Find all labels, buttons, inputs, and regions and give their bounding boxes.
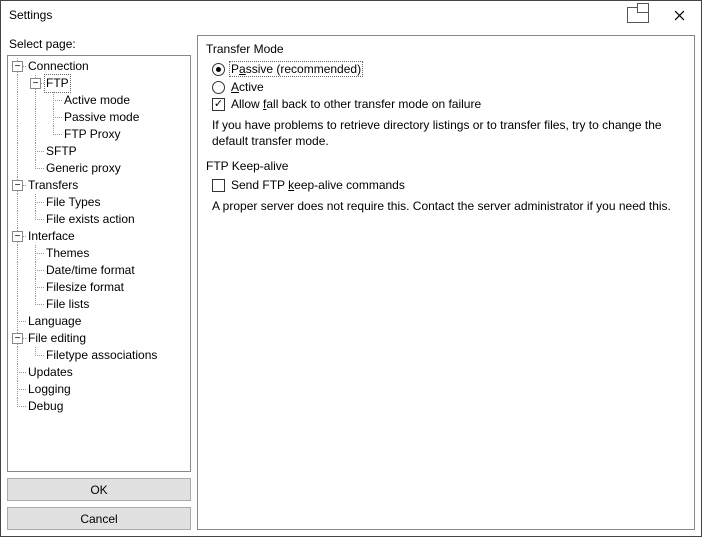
radio-active-label: Active <box>231 80 264 94</box>
close-icon <box>674 10 685 21</box>
tree-item-filesize-format[interactable]: Filesize format <box>8 279 190 296</box>
window-restore-icon <box>627 7 649 23</box>
check-keepalive[interactable]: Send FTP keep-alive commands <box>206 177 686 194</box>
tree-item-connection[interactable]: − Connection <box>8 58 190 75</box>
tree-item-themes[interactable]: Themes <box>8 245 190 262</box>
tree-item-interface[interactable]: − Interface <box>8 228 190 245</box>
close-button[interactable] <box>659 2 699 28</box>
tree-item-active-mode[interactable]: Active mode <box>8 92 190 109</box>
expand-icon[interactable]: − <box>12 333 23 344</box>
settings-panel: Transfer Mode Passive (recommended) Acti… <box>197 35 695 530</box>
titlebar: Settings <box>1 1 701 29</box>
radio-icon <box>212 63 225 76</box>
tree-item-ftp-proxy[interactable]: FTP Proxy <box>8 126 190 143</box>
ok-button[interactable]: OK <box>7 478 191 501</box>
tree-item-language[interactable]: Language <box>8 313 190 330</box>
left-column: Select page: − Connection − FTP Active m… <box>7 35 191 530</box>
tree-item-file-editing[interactable]: − File editing <box>8 330 190 347</box>
tree-item-updates[interactable]: Updates <box>8 364 190 381</box>
radio-passive-label: Passive (recommended) <box>229 61 363 77</box>
tree-item-filetype-assoc[interactable]: Filetype associations <box>8 347 190 364</box>
tree-item-sftp[interactable]: SFTP <box>8 143 190 160</box>
checkbox-icon <box>212 179 225 192</box>
expand-icon[interactable]: − <box>12 61 23 72</box>
tree-item-transfers[interactable]: − Transfers <box>8 177 190 194</box>
radio-passive[interactable]: Passive (recommended) <box>206 60 686 79</box>
tree-item-passive-mode[interactable]: Passive mode <box>8 109 190 126</box>
radio-icon <box>212 81 225 94</box>
tree-item-file-types[interactable]: File Types <box>8 194 190 211</box>
cancel-button[interactable]: Cancel <box>7 507 191 530</box>
check-fallback-label: Allow fall back to other transfer mode o… <box>231 97 481 111</box>
checkbox-icon <box>212 98 225 111</box>
page-tree[interactable]: − Connection − FTP Active mode Passive m… <box>7 55 191 472</box>
tree-item-file-exists[interactable]: File exists action <box>8 211 190 228</box>
check-keepalive-label: Send FTP keep-alive commands <box>231 178 405 192</box>
select-page-label: Select page: <box>7 35 191 55</box>
tree-item-debug[interactable]: Debug <box>8 398 190 415</box>
window-title: Settings <box>9 8 52 22</box>
expand-icon[interactable]: − <box>12 180 23 191</box>
keepalive-title: FTP Keep-alive <box>206 157 686 177</box>
transfer-help-text: If you have problems to retrieve directo… <box>206 113 686 157</box>
keepalive-help-text: A proper server does not require this. C… <box>206 194 686 222</box>
tree-item-datetime-format[interactable]: Date/time format <box>8 262 190 279</box>
transfer-mode-title: Transfer Mode <box>206 40 686 60</box>
tree-item-logging[interactable]: Logging <box>8 381 190 398</box>
radio-active[interactable]: Active <box>206 79 686 96</box>
settings-window: Settings Select page: − Connection − FTP <box>0 0 702 537</box>
check-fallback[interactable]: Allow fall back to other transfer mode o… <box>206 96 686 113</box>
tree-item-file-lists[interactable]: File lists <box>8 296 190 313</box>
tree-item-generic-proxy[interactable]: Generic proxy <box>8 160 190 177</box>
expand-icon[interactable]: − <box>12 231 23 242</box>
expand-icon[interactable]: − <box>30 78 41 89</box>
tree-item-ftp[interactable]: − FTP <box>8 75 190 92</box>
